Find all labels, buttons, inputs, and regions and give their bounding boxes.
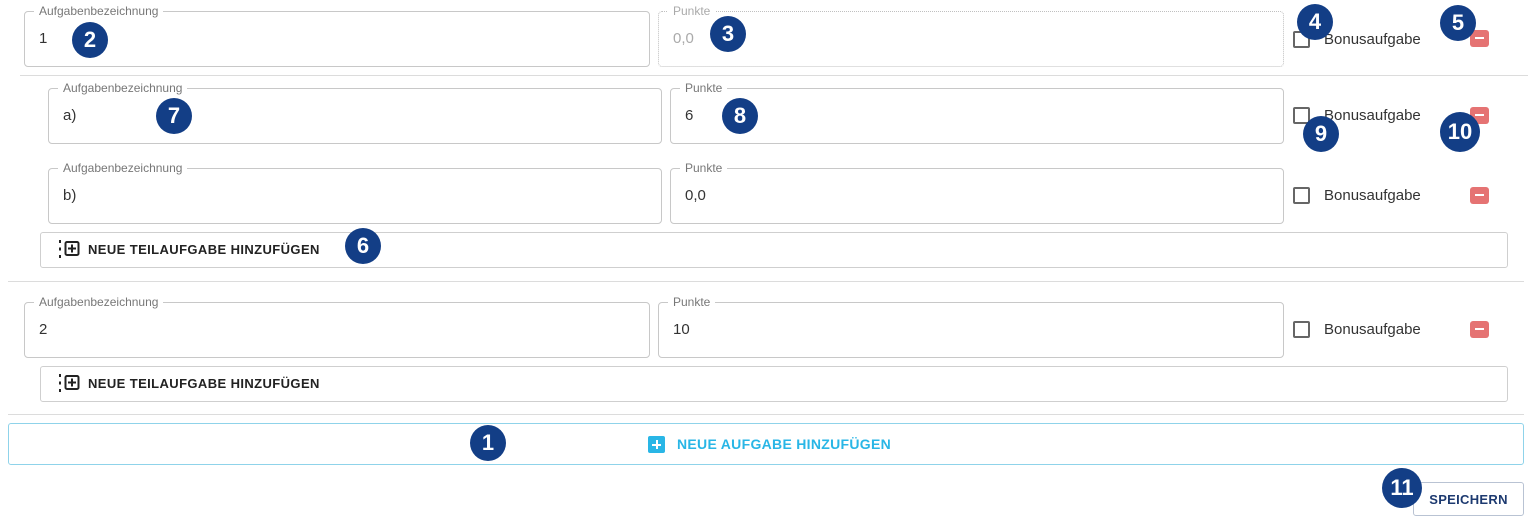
subtask-b-remove-button[interactable] — [1470, 187, 1489, 204]
task2-bezeichnung-field[interactable]: Aufgabenbezeichnung 2 — [24, 295, 650, 358]
annotation-badge-11: 11 — [1382, 468, 1422, 508]
divider — [8, 414, 1524, 415]
field-value: 6 — [685, 107, 694, 124]
field-value: 0,0 — [685, 187, 706, 204]
annotation-badge-7: 7 — [156, 98, 192, 134]
field-label: Punkte — [668, 295, 716, 309]
field-value: a) — [63, 107, 77, 124]
annotation-badge-6: 6 — [345, 228, 381, 264]
annotation-badge-1: 1 — [470, 425, 506, 461]
add-subtask-label: NEUE TEILAUFGABE HINZUFÜGEN — [88, 376, 320, 391]
minus-icon — [1475, 194, 1484, 196]
add-task-label: NEUE AUFGABE HINZUFÜGEN — [677, 436, 892, 452]
subtask-a-bonus-label: Bonusaufgabe — [1324, 107, 1421, 124]
annotation-badge-3: 3 — [710, 16, 746, 52]
field-value: 2 — [39, 321, 48, 338]
field-label: Punkte — [680, 161, 728, 175]
minus-icon — [1475, 37, 1484, 39]
field-value: 1 — [39, 30, 48, 47]
annotation-badge-9: 9 — [1303, 116, 1339, 152]
task2-bonus-checkbox[interactable] — [1293, 321, 1310, 338]
annotation-badge-5: 5 — [1440, 5, 1476, 41]
task1-bezeichnung-field[interactable]: Aufgabenbezeichnung 1 — [24, 4, 650, 67]
add-task-button[interactable]: NEUE AUFGABE HINZUFÜGEN — [8, 423, 1524, 465]
task2-bonus-label: Bonusaufgabe — [1324, 321, 1421, 338]
add-subtask-icon — [59, 240, 80, 258]
minus-icon — [1475, 114, 1484, 116]
plus-icon — [648, 436, 665, 453]
subtask-b-bonus-label: Bonusaufgabe — [1324, 187, 1421, 204]
subtask-b-punkte-field[interactable]: Punkte 0,0 — [670, 161, 1284, 224]
task1-bonus-label: Bonusaufgabe — [1324, 31, 1421, 48]
field-label: Aufgabenbezeichnung — [34, 4, 164, 18]
subtask-b-bonus-checkbox[interactable] — [1293, 187, 1310, 204]
annotation-badge-8: 8 — [722, 98, 758, 134]
field-value: 10 — [673, 321, 690, 338]
task2-remove-button[interactable] — [1470, 321, 1489, 338]
field-label: Aufgabenbezeichnung — [34, 295, 164, 309]
annotation-badge-4: 4 — [1297, 4, 1333, 40]
field-value: 0,0 — [673, 30, 694, 47]
minus-icon — [1475, 328, 1484, 330]
add-subtask-icon — [59, 374, 80, 392]
field-label: Aufgabenbezeichnung — [58, 161, 188, 175]
annotation-badge-2: 2 — [72, 22, 108, 58]
add-subtask-label: NEUE TEILAUFGABE HINZUFÜGEN — [88, 242, 320, 257]
task2-punkte-field[interactable]: Punkte 10 — [658, 295, 1284, 358]
field-value: b) — [63, 187, 77, 204]
field-label: Punkte — [668, 4, 716, 18]
task1-add-subtask-button[interactable]: NEUE TEILAUFGABE HINZUFÜGEN — [40, 232, 1508, 268]
subtask-a-bezeichnung-field[interactable]: Aufgabenbezeichnung a) — [48, 81, 662, 144]
divider — [20, 75, 1528, 76]
annotation-badge-10: 10 — [1440, 112, 1480, 152]
save-button[interactable]: SPEICHERN — [1413, 482, 1524, 516]
subtask-b-bezeichnung-field[interactable]: Aufgabenbezeichnung b) — [48, 161, 662, 224]
task2-add-subtask-button[interactable]: NEUE TEILAUFGABE HINZUFÜGEN — [40, 366, 1508, 402]
field-label: Punkte — [680, 81, 728, 95]
subtask-a-punkte-field[interactable]: Punkte 6 — [670, 81, 1284, 144]
divider — [8, 281, 1524, 282]
field-label: Aufgabenbezeichnung — [58, 81, 188, 95]
task1-punkte-field: Punkte 0,0 — [658, 4, 1284, 67]
